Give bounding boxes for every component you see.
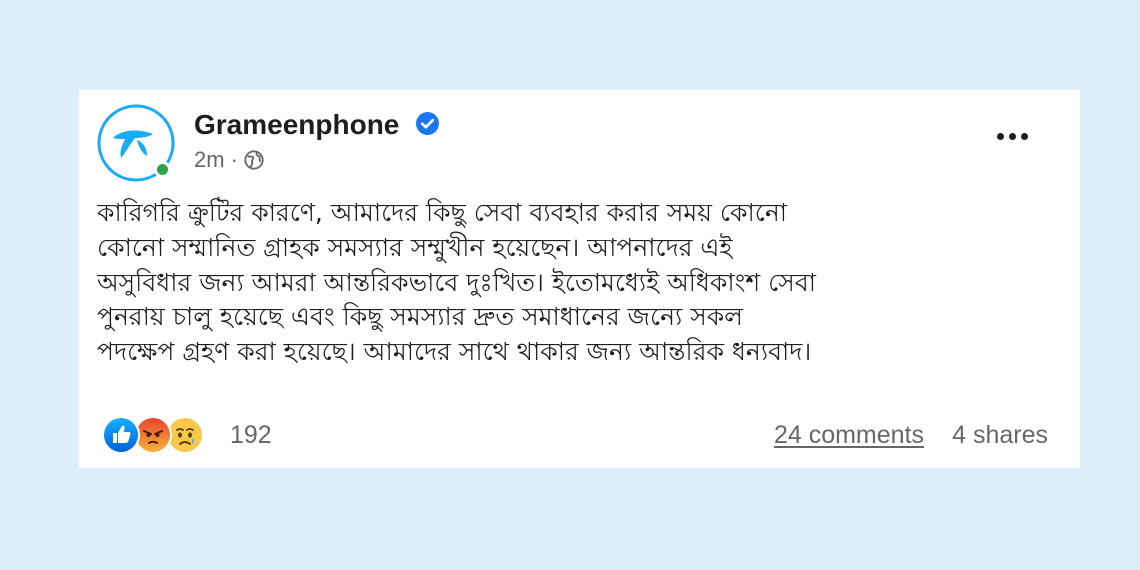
comments-link[interactable]: 24 comments [774,419,924,451]
meta-separator: · [230,147,238,172]
post-timestamp[interactable]: 2m [194,146,225,174]
page-name[interactable]: Grameenphone [194,108,399,142]
more-horizontal-icon [1020,132,1028,140]
post-text-line: পুনরায় চালু হয়েছে এবং কিছু সমস্যার দ্র… [97,302,743,332]
post-text: কারিগরি ক্রুটির কারণে, আমাদের কিছু সেবা … [97,196,1072,370]
verified-badge-icon [416,112,439,135]
more-options-button[interactable] [989,120,1035,152]
like-icon [102,416,140,454]
reaction-icons[interactable] [102,416,204,454]
more-horizontal-icon [1008,132,1016,140]
globe-icon[interactable] [243,149,265,171]
post-text-line: অসুবিধার জন্য আমরা আন্তরিকভাবে দুঃখিত। ই… [97,267,816,297]
shares-link[interactable]: 4 shares [952,419,1048,451]
engagement-bar: 192 24 comments 4 shares [97,416,1048,454]
online-status-indicator [154,161,171,178]
post-meta: 2m · [194,146,265,174]
post-text-line: পদক্ষেপ গ্রহণ করা হয়েছে। আমাদের সাথে থা… [97,337,812,367]
more-horizontal-icon [996,132,1004,140]
reaction-count[interactable]: 192 [230,419,272,451]
post-card: Grameenphone 2m · কারিগরি ক্রুটির কারণে,… [79,90,1080,468]
post-text-line: কারিগরি ক্রুটির কারণে, আমাদের কিছু সেবা … [97,198,788,227]
post-text-line: কোনো সম্মানিত গ্রাহক সমস্যার সম্মুখীন হয… [97,232,733,262]
